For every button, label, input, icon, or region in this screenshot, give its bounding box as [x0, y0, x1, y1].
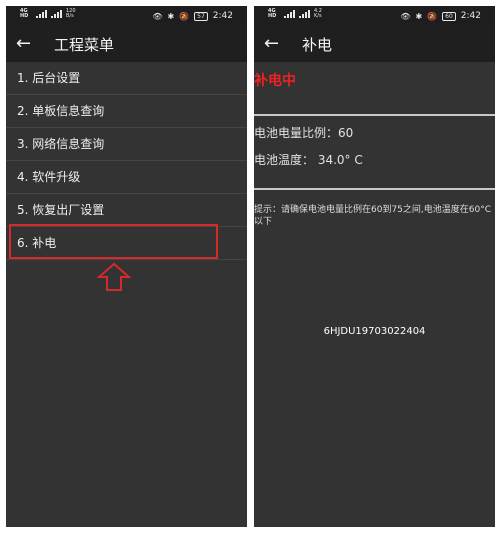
status-bar: 4G HD 120 B/s 👁 ✱ 🔕 57 2:42 [6, 6, 247, 26]
signal-icon [284, 10, 295, 18]
menu-item-recharge[interactable]: 6. 补电 [6, 227, 247, 260]
charging-status: 补电中 [254, 73, 296, 89]
hint-text: 提示：请确保电池电量比例在60到75之间,电池温度在60°C以下 [254, 205, 492, 227]
page-title: 补电 [302, 36, 333, 54]
eye-icon: 👁 [400, 11, 411, 21]
app-bar: ← 补电 [254, 26, 495, 62]
menu-item-board-info[interactable]: 2. 单板信息查询 [6, 95, 247, 128]
clock: 2:42 [460, 11, 481, 21]
sim-indicator: 4G HD [20, 8, 29, 19]
serial-number: 6HJDU19703022404 [323, 326, 426, 337]
engineering-menu-list: 1. 后台设置 2. 单板信息查询 3. 网络信息查询 4. 软件升级 5. 恢… [6, 62, 247, 260]
menu-item-backend-settings[interactable]: 1. 后台设置 [6, 62, 247, 95]
mute-icon: 🔕 [427, 11, 438, 21]
eye-icon: 👁 [152, 11, 163, 21]
network-speed: 120 B/s [66, 8, 76, 19]
page-title: 工程菜单 [54, 36, 115, 54]
signal-icon [36, 10, 47, 18]
mute-icon: 🔕 [179, 11, 190, 21]
status-bar: 4G HD 4.2 K/s 👁 ✱ 🔕 60 2:42 [254, 6, 495, 26]
network-speed: 4.2 K/s [314, 8, 322, 19]
up-arrow-icon [96, 262, 132, 291]
battery-icon: 57 [194, 11, 208, 21]
signal-icon-2 [51, 10, 62, 18]
back-arrow-icon[interactable]: ← [16, 33, 31, 54]
recharge-screen: 4G HD 4.2 K/s 👁 ✱ 🔕 60 2:42 ← 补电 补电中 电池电… [254, 6, 495, 527]
battery-temperature: 电池温度： 34.0° C [254, 153, 363, 167]
signal-icon-2 [299, 10, 310, 18]
bluetooth-icon: ✱ [167, 11, 175, 21]
menu-item-factory-reset[interactable]: 5. 恢复出厂设置 [6, 194, 247, 227]
battery-icon: 60 [442, 11, 456, 21]
menu-item-software-upgrade[interactable]: 4. 软件升级 [6, 161, 247, 194]
bluetooth-icon: ✱ [415, 11, 423, 21]
menu-item-network-info[interactable]: 3. 网络信息查询 [6, 128, 247, 161]
sim-indicator: 4G HD [268, 8, 277, 19]
back-arrow-icon[interactable]: ← [264, 33, 279, 54]
battery-ratio: 电池电量比例：60 [254, 126, 354, 140]
app-bar: ← 工程菜单 [6, 26, 247, 62]
clock: 2:42 [212, 11, 233, 21]
engineering-menu-screen: 4G HD 120 B/s 👁 ✱ 🔕 57 2:42 ← 工程菜单 1. 后台… [6, 6, 247, 527]
divider [254, 188, 495, 190]
divider [254, 114, 495, 116]
